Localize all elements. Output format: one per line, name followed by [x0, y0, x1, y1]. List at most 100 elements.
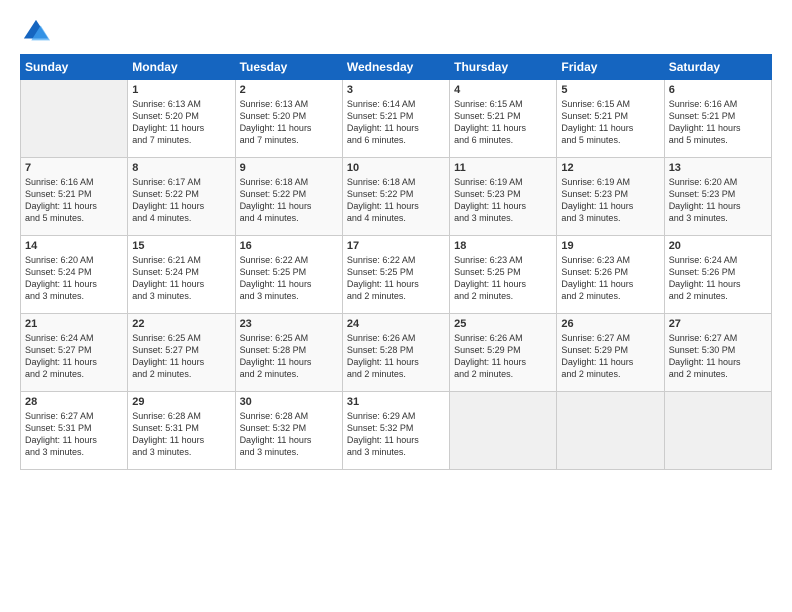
col-header-tuesday: Tuesday	[235, 55, 342, 80]
col-header-monday: Monday	[128, 55, 235, 80]
day-number: 27	[669, 318, 767, 330]
day-info: Sunrise: 6:29 AMSunset: 5:32 PMDaylight:…	[347, 410, 445, 459]
day-info: Sunrise: 6:23 AMSunset: 5:25 PMDaylight:…	[454, 254, 552, 303]
week-row-4: 21Sunrise: 6:24 AMSunset: 5:27 PMDayligh…	[21, 314, 772, 392]
day-number: 20	[669, 240, 767, 252]
logo	[20, 18, 50, 42]
day-cell: 23 Sunrise: 6:25 AMSunset: 5:28 PMDayligh…	[235, 314, 342, 392]
day-cell: 13 Sunrise: 6:20 AMSunset: 5:23 PMDayligh…	[664, 158, 771, 236]
day-number: 21	[25, 318, 123, 330]
day-number: 24	[347, 318, 445, 330]
day-number: 30	[240, 396, 338, 408]
day-number: 15	[132, 240, 230, 252]
day-cell: 5 Sunrise: 6:15 AMSunset: 5:21 PMDaylight…	[557, 80, 664, 158]
col-header-saturday: Saturday	[664, 55, 771, 80]
day-number: 14	[25, 240, 123, 252]
day-info: Sunrise: 6:22 AMSunset: 5:25 PMDaylight:…	[240, 254, 338, 303]
day-info: Sunrise: 6:20 AMSunset: 5:24 PMDaylight:…	[25, 254, 123, 303]
day-number: 10	[347, 162, 445, 174]
day-info: Sunrise: 6:19 AMSunset: 5:23 PMDaylight:…	[454, 176, 552, 225]
day-number: 7	[25, 162, 123, 174]
day-number: 12	[561, 162, 659, 174]
day-info: Sunrise: 6:19 AMSunset: 5:23 PMDaylight:…	[561, 176, 659, 225]
day-number: 28	[25, 396, 123, 408]
col-header-thursday: Thursday	[450, 55, 557, 80]
day-info: Sunrise: 6:22 AMSunset: 5:25 PMDaylight:…	[347, 254, 445, 303]
day-number: 1	[132, 84, 230, 96]
day-cell: 14 Sunrise: 6:20 AMSunset: 5:24 PMDayligh…	[21, 236, 128, 314]
day-info: Sunrise: 6:13 AMSunset: 5:20 PMDaylight:…	[240, 98, 338, 147]
day-cell: 22 Sunrise: 6:25 AMSunset: 5:27 PMDayligh…	[128, 314, 235, 392]
day-cell: 15Sunrise: 6:21 AMSunset: 5:24 PMDayligh…	[128, 236, 235, 314]
logo-icon	[22, 18, 50, 46]
day-number: 22	[132, 318, 230, 330]
day-cell: 10 Sunrise: 6:18 AMSunset: 5:22 PMDayligh…	[342, 158, 449, 236]
day-cell	[21, 80, 128, 158]
week-row-1: 1 Sunrise: 6:13 AMSunset: 5:20 PMDaylight…	[21, 80, 772, 158]
day-info: Sunrise: 6:13 AMSunset: 5:20 PMDaylight:…	[132, 98, 230, 147]
day-number: 25	[454, 318, 552, 330]
day-info: Sunrise: 6:20 AMSunset: 5:23 PMDaylight:…	[669, 176, 767, 225]
week-row-3: 14 Sunrise: 6:20 AMSunset: 5:24 PMDayligh…	[21, 236, 772, 314]
day-cell: 30 Sunrise: 6:28 AMSunset: 5:32 PMDayligh…	[235, 392, 342, 470]
day-cell: 3Sunrise: 6:14 AMSunset: 5:21 PMDaylight…	[342, 80, 449, 158]
day-cell	[557, 392, 664, 470]
page: SundayMondayTuesdayWednesdayThursdayFrid…	[0, 0, 792, 612]
day-cell	[450, 392, 557, 470]
day-info: Sunrise: 6:25 AMSunset: 5:27 PMDaylight:…	[132, 332, 230, 381]
col-header-friday: Friday	[557, 55, 664, 80]
day-cell: 1 Sunrise: 6:13 AMSunset: 5:20 PMDaylight…	[128, 80, 235, 158]
day-info: Sunrise: 6:25 AMSunset: 5:28 PMDaylight:…	[240, 332, 338, 381]
day-info: Sunrise: 6:26 AMSunset: 5:28 PMDaylight:…	[347, 332, 445, 381]
day-number: 4	[454, 84, 552, 96]
day-number: 31	[347, 396, 445, 408]
day-cell: 31 Sunrise: 6:29 AMSunset: 5:32 PMDayligh…	[342, 392, 449, 470]
day-info: Sunrise: 6:15 AMSunset: 5:21 PMDaylight:…	[561, 98, 659, 147]
header	[20, 18, 772, 42]
day-number: 2	[240, 84, 338, 96]
day-info: Sunrise: 6:16 AMSunset: 5:21 PMDaylight:…	[25, 176, 123, 225]
day-info: Sunrise: 6:16 AMSunset: 5:21 PMDaylight:…	[669, 98, 767, 147]
day-cell: 9Sunrise: 6:18 AMSunset: 5:22 PMDaylight…	[235, 158, 342, 236]
day-number: 13	[669, 162, 767, 174]
day-number: 18	[454, 240, 552, 252]
day-cell	[664, 392, 771, 470]
day-number: 6	[669, 84, 767, 96]
header-row: SundayMondayTuesdayWednesdayThursdayFrid…	[21, 55, 772, 80]
day-cell: 24 Sunrise: 6:26 AMSunset: 5:28 PMDayligh…	[342, 314, 449, 392]
calendar-table: SundayMondayTuesdayWednesdayThursdayFrid…	[20, 54, 772, 470]
day-number: 8	[132, 162, 230, 174]
day-cell: 16 Sunrise: 6:22 AMSunset: 5:25 PMDayligh…	[235, 236, 342, 314]
week-row-2: 7 Sunrise: 6:16 AMSunset: 5:21 PMDaylight…	[21, 158, 772, 236]
day-info: Sunrise: 6:15 AMSunset: 5:21 PMDaylight:…	[454, 98, 552, 147]
day-number: 17	[347, 240, 445, 252]
day-cell: 19 Sunrise: 6:23 AMSunset: 5:26 PMDayligh…	[557, 236, 664, 314]
col-header-sunday: Sunday	[21, 55, 128, 80]
day-info: Sunrise: 6:18 AMSunset: 5:22 PMDaylight:…	[347, 176, 445, 225]
day-info: Sunrise: 6:27 AMSunset: 5:30 PMDaylight:…	[669, 332, 767, 381]
day-cell: 28 Sunrise: 6:27 AMSunset: 5:31 PMDayligh…	[21, 392, 128, 470]
day-cell: 8 Sunrise: 6:17 AMSunset: 5:22 PMDaylight…	[128, 158, 235, 236]
day-cell: 20 Sunrise: 6:24 AMSunset: 5:26 PMDayligh…	[664, 236, 771, 314]
day-cell: 7 Sunrise: 6:16 AMSunset: 5:21 PMDaylight…	[21, 158, 128, 236]
col-header-wednesday: Wednesday	[342, 55, 449, 80]
day-cell: 4 Sunrise: 6:15 AMSunset: 5:21 PMDaylight…	[450, 80, 557, 158]
day-info: Sunrise: 6:28 AMSunset: 5:32 PMDaylight:…	[240, 410, 338, 459]
day-cell: 29Sunrise: 6:28 AMSunset: 5:31 PMDayligh…	[128, 392, 235, 470]
day-info: Sunrise: 6:17 AMSunset: 5:22 PMDaylight:…	[132, 176, 230, 225]
day-cell: 17 Sunrise: 6:22 AMSunset: 5:25 PMDayligh…	[342, 236, 449, 314]
day-number: 19	[561, 240, 659, 252]
day-info: Sunrise: 6:24 AMSunset: 5:26 PMDaylight:…	[669, 254, 767, 303]
day-info: Sunrise: 6:23 AMSunset: 5:26 PMDaylight:…	[561, 254, 659, 303]
day-info: Sunrise: 6:27 AMSunset: 5:31 PMDaylight:…	[25, 410, 123, 459]
day-cell: 12 Sunrise: 6:19 AMSunset: 5:23 PMDayligh…	[557, 158, 664, 236]
day-cell: 2 Sunrise: 6:13 AMSunset: 5:20 PMDaylight…	[235, 80, 342, 158]
day-info: Sunrise: 6:28 AMSunset: 5:31 PMDaylight:…	[132, 410, 230, 459]
day-number: 5	[561, 84, 659, 96]
day-number: 23	[240, 318, 338, 330]
day-number: 11	[454, 162, 552, 174]
day-cell: 11 Sunrise: 6:19 AMSunset: 5:23 PMDayligh…	[450, 158, 557, 236]
day-cell: 25Sunrise: 6:26 AMSunset: 5:29 PMDayligh…	[450, 314, 557, 392]
day-number: 16	[240, 240, 338, 252]
day-number: 9	[240, 162, 338, 174]
